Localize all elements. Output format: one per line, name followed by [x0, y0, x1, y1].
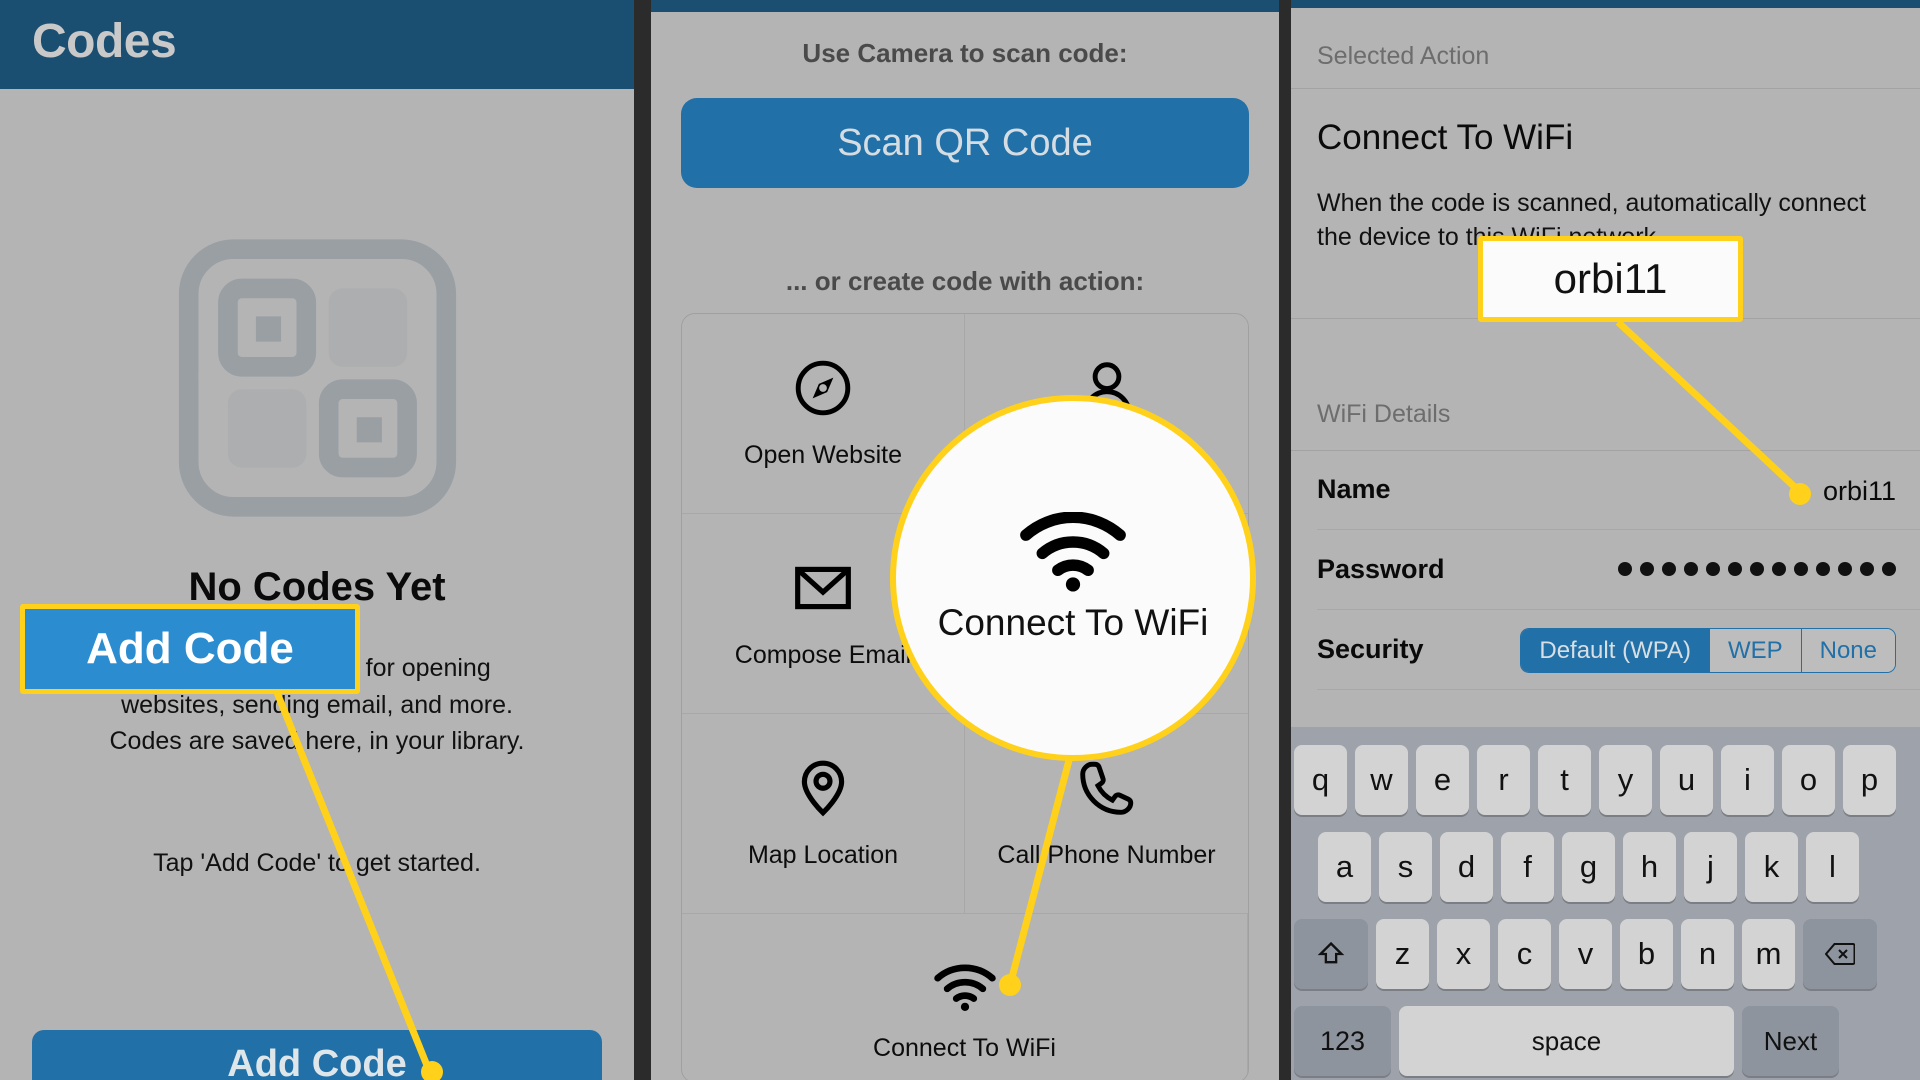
- security-option[interactable]: Default (WPA): [1521, 629, 1710, 672]
- keyboard-key-i[interactable]: i: [1721, 745, 1774, 815]
- wifi-icon: [933, 964, 996, 1011]
- next-key[interactable]: Next: [1742, 1006, 1839, 1076]
- keyboard-key-k[interactable]: k: [1745, 832, 1798, 902]
- password-dot: [1750, 562, 1764, 576]
- password-dot: [1728, 562, 1742, 576]
- keyboard-key-h[interactable]: h: [1623, 832, 1676, 902]
- action-label: Call Phone Number: [997, 841, 1216, 869]
- map-pin-icon: [801, 760, 845, 817]
- compass-icon: [795, 360, 851, 416]
- name-value[interactable]: orbi11: [1823, 476, 1896, 507]
- action-cell-map-location[interactable]: Map Location: [682, 714, 965, 914]
- keyboard-key-u[interactable]: u: [1660, 745, 1713, 815]
- keyboard-key-n[interactable]: n: [1681, 919, 1734, 989]
- security-label: Security: [1317, 634, 1424, 664]
- phone-icon: [1079, 761, 1133, 815]
- password-dot: [1706, 562, 1720, 576]
- password-dot: [1816, 562, 1830, 576]
- callout-add-code: Add Code: [20, 604, 360, 694]
- keyboard-key-q[interactable]: q: [1294, 745, 1347, 815]
- backspace-icon[interactable]: [1803, 919, 1877, 989]
- scan-qr-code-button[interactable]: Scan QR Code: [681, 98, 1249, 188]
- callout-connect-to-wifi: Connect To WiFi: [890, 395, 1256, 761]
- keyboard-key-o[interactable]: o: [1782, 745, 1835, 815]
- shift-icon[interactable]: [1294, 919, 1368, 989]
- keyboard-row-2: asdfghjkl: [1318, 832, 1859, 902]
- password-dot: [1860, 562, 1874, 576]
- action-cell-connect-to-wifi[interactable]: Connect To WiFi: [682, 914, 1248, 1080]
- password-dot: [1640, 562, 1654, 576]
- left-navigation-bar: Codes: [0, 0, 634, 89]
- mid-navigation-bar: [651, 0, 1279, 12]
- section-header-wifi-details: WiFi Details: [1317, 400, 1451, 428]
- action-label: Connect To WiFi: [873, 1034, 1056, 1062]
- empty-state-body-2: Tap 'Add Code' to get started.: [153, 849, 481, 877]
- name-label: Name: [1317, 474, 1391, 504]
- keyboard-key-y[interactable]: y: [1599, 745, 1652, 815]
- field-row-password[interactable]: Password: [1291, 530, 1920, 610]
- field-row-name[interactable]: Name orbi11: [1291, 450, 1920, 530]
- action-label: Open Website: [744, 441, 902, 469]
- keyboard-key-z[interactable]: z: [1376, 919, 1429, 989]
- keyboard-row-1: qwertyuiop: [1294, 745, 1896, 815]
- password-dot: [1662, 562, 1676, 576]
- keyboard-key-t[interactable]: t: [1538, 745, 1591, 815]
- envelope-icon: [795, 566, 851, 610]
- keyboard-row-4: 123 space Next: [1294, 1006, 1839, 1076]
- keyboard-row-3: zxcvbnm: [1294, 919, 1877, 989]
- add-code-button[interactable]: Add Code: [32, 1030, 602, 1080]
- qr-grid-icon: [178, 239, 457, 517]
- camera-caption: Use Camera to scan code:: [802, 38, 1128, 68]
- keyboard-key-m[interactable]: m: [1742, 919, 1795, 989]
- section-header-selected-action: Selected Action: [1317, 42, 1490, 70]
- keyboard-key-d[interactable]: d: [1440, 832, 1493, 902]
- screenshot-root: Codes No Codes Yet Codes can be used for…: [0, 0, 1920, 1080]
- callout-network-name: orbi11: [1478, 236, 1743, 322]
- password-dot: [1794, 562, 1808, 576]
- right-navigation-bar: [1291, 0, 1920, 8]
- password-dot: [1684, 562, 1698, 576]
- numbers-key[interactable]: 123: [1294, 1006, 1391, 1076]
- keyboard-key-a[interactable]: a: [1318, 832, 1371, 902]
- action-label: Compose Email: [734, 641, 912, 669]
- keyboard-key-s[interactable]: s: [1379, 832, 1432, 902]
- password-masked-value[interactable]: [1618, 562, 1896, 576]
- keyboard-key-l[interactable]: l: [1806, 832, 1859, 902]
- selected-action-title: Connect To WiFi: [1317, 118, 1574, 157]
- wifi-icon: [1020, 512, 1126, 592]
- keyboard-key-p[interactable]: p: [1843, 745, 1896, 815]
- keyboard-key-f[interactable]: f: [1501, 832, 1554, 902]
- callout-connect-to-wifi-label: Connect To WiFi: [937, 602, 1209, 643]
- password-dot: [1618, 562, 1632, 576]
- keyboard-key-j[interactable]: j: [1684, 832, 1737, 902]
- password-dot: [1838, 562, 1852, 576]
- keyboard-key-x[interactable]: x: [1437, 919, 1490, 989]
- keyboard-key-g[interactable]: g: [1562, 832, 1615, 902]
- codes-library-panel: Codes No Codes Yet Codes can be used for…: [0, 0, 634, 1080]
- keyboard-key-w[interactable]: w: [1355, 745, 1408, 815]
- keyboard-key-c[interactable]: c: [1498, 919, 1551, 989]
- divider: [1291, 88, 1920, 89]
- security-segmented-control[interactable]: Default (WPA) WEP None: [1520, 628, 1896, 673]
- space-key[interactable]: space: [1399, 1006, 1734, 1076]
- security-option[interactable]: None: [1801, 629, 1895, 672]
- password-dot: [1772, 562, 1786, 576]
- keyboard-key-e[interactable]: e: [1416, 745, 1469, 815]
- keyboard-key-v[interactable]: v: [1559, 919, 1612, 989]
- password-label: Password: [1317, 554, 1445, 584]
- callout-add-code-label: Add Code: [86, 624, 294, 673]
- action-label: Map Location: [747, 841, 899, 869]
- page-title: Codes: [32, 15, 177, 68]
- password-dot: [1882, 562, 1896, 576]
- divider: [1317, 689, 1920, 690]
- action-caption: ... or create code with action:: [785, 266, 1145, 296]
- keyboard-key-b[interactable]: b: [1620, 919, 1673, 989]
- field-row-security[interactable]: Security Default (WPA) WEP None: [1291, 610, 1920, 690]
- on-screen-keyboard[interactable]: qwertyuiop asdfghjkl zxcvbnm 123 space N…: [1291, 727, 1920, 1080]
- security-option[interactable]: WEP: [1709, 629, 1802, 672]
- wifi-action-detail-panel: Selected Action Connect To WiFi When the…: [1291, 0, 1920, 1080]
- callout-network-name-label: orbi11: [1553, 255, 1668, 302]
- keyboard-key-r[interactable]: r: [1477, 745, 1530, 815]
- panel-divider: [634, 0, 651, 1080]
